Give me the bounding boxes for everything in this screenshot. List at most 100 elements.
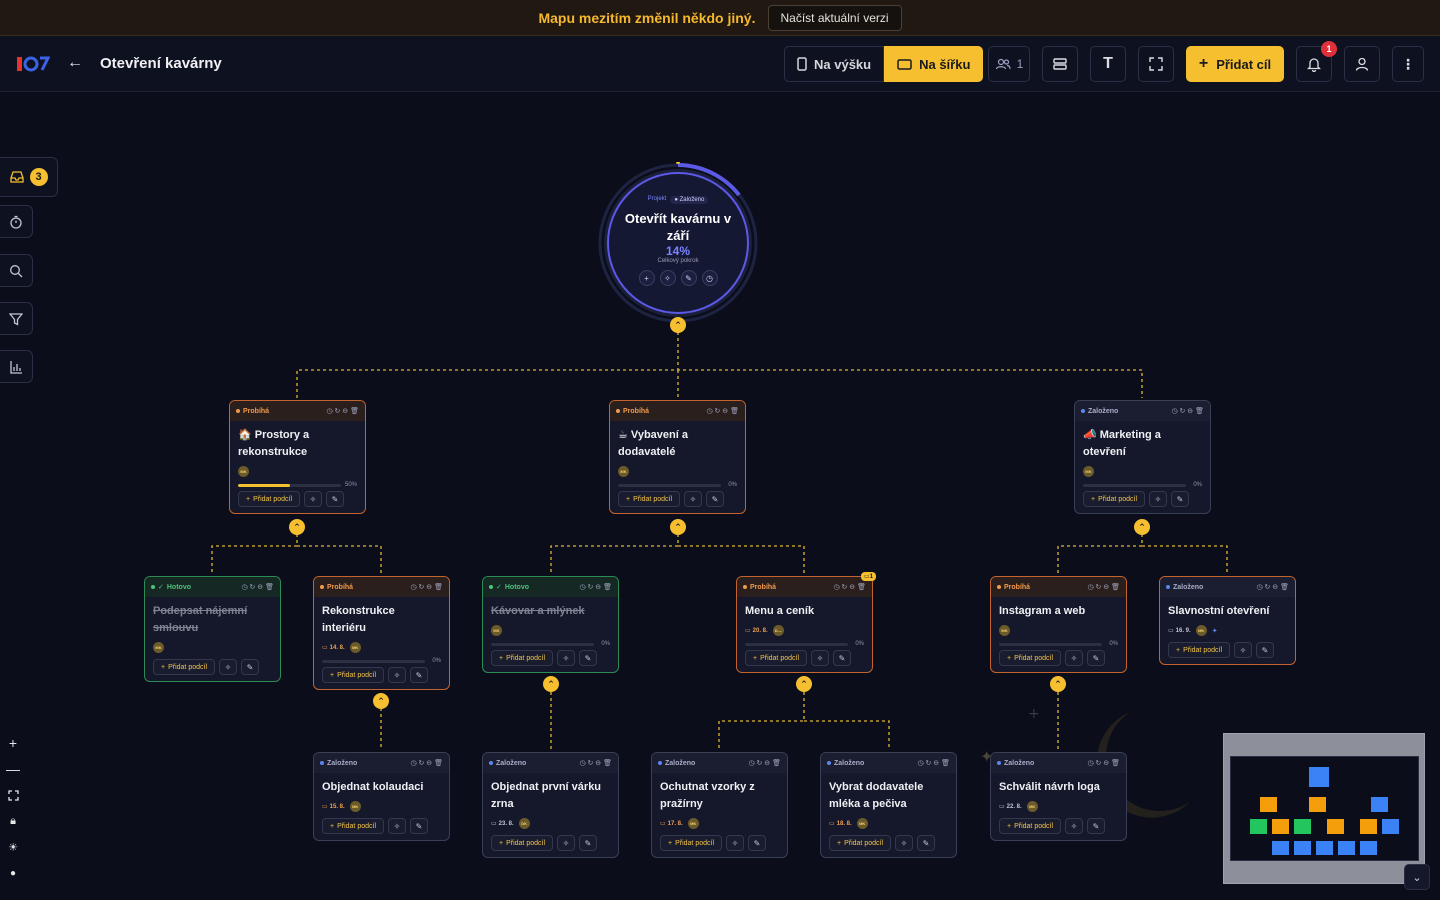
edit-icon[interactable]: ✎ xyxy=(410,818,429,834)
add-subgoal-button[interactable]: + Přidat podcíl xyxy=(999,650,1062,666)
ai-icon[interactable]: ✧ xyxy=(388,667,407,683)
inbox-button[interactable]: 3 xyxy=(0,157,58,197)
profile-button[interactable] xyxy=(1344,46,1380,82)
timer-button[interactable] xyxy=(0,205,33,238)
card-tools[interactable]: ◷ ↻ ⊖ 🗑 xyxy=(579,759,612,767)
comment-button[interactable]: ● xyxy=(0,860,26,886)
ai-icon[interactable]: ✧ xyxy=(811,650,830,666)
ai-icon[interactable]: ✧ xyxy=(684,491,703,507)
add-subgoal-button[interactable]: + Přidat podcíl xyxy=(999,818,1062,834)
comment-badge[interactable]: ▭1 xyxy=(860,572,876,581)
mind-map-canvas[interactable]: + ✦ Projekt ● Založeno Otevřít kavárnu v… xyxy=(0,92,1440,900)
edit-icon[interactable]: ✎ xyxy=(241,659,260,675)
ai-icon[interactable]: ✧ xyxy=(304,491,323,507)
collapse-toggle-instagram[interactable]: ⌃ xyxy=(1050,676,1066,692)
minimap[interactable] xyxy=(1223,733,1425,884)
minimap-viewport[interactable] xyxy=(1230,756,1419,861)
stats-button[interactable] xyxy=(0,350,33,383)
card-tools[interactable]: ◷ ↻ ⊖ 🗑 xyxy=(706,407,739,415)
collapse-toggle-vybaveni[interactable]: ⌃ xyxy=(670,519,686,535)
card-tools[interactable]: ◷ ↻ ⊖ 🗑 xyxy=(1087,759,1120,767)
root-edit-icon[interactable]: ✎ xyxy=(680,270,697,286)
edit-icon[interactable]: ✎ xyxy=(748,835,767,851)
goal-card-vzorky[interactable]: Založeno ◷ ↻ ⊖ 🗑 Ochutnat vzorky z pražír… xyxy=(651,752,788,858)
zoom-in-button[interactable]: + xyxy=(0,730,26,756)
goal-card-menu[interactable]: ▭1 Probíhá ◷ ↻ ⊖ 🗑 Menu a ceník ▭ 20. 8. D… xyxy=(736,572,876,673)
ai-icon[interactable]: ✧ xyxy=(1065,818,1084,834)
add-subgoal-button[interactable]: + Přidat podcíl xyxy=(153,659,216,675)
search-button[interactable] xyxy=(0,254,33,287)
goal-card-mleko[interactable]: Založeno ◷ ↻ ⊖ 🗑 Vybrat dodavatele mléka … xyxy=(820,752,957,858)
list-view-button[interactable] xyxy=(1042,46,1078,82)
add-goal-button[interactable]: + Přidat cíl xyxy=(1186,46,1284,82)
collapse-toggle-marketing[interactable]: ⌃ xyxy=(1134,519,1150,535)
edit-icon[interactable]: ✎ xyxy=(1087,818,1106,834)
ai-icon[interactable]: ✧ xyxy=(895,835,914,851)
edit-icon[interactable]: ✎ xyxy=(579,650,598,666)
root-timer-icon[interactable]: ◷ xyxy=(701,270,718,286)
layout-vertical-button[interactable]: Na výšku xyxy=(784,46,885,82)
ai-icon[interactable]: ✧ xyxy=(557,835,576,851)
add-subgoal-button[interactable]: + Přidat podcíl xyxy=(1083,491,1146,507)
edit-icon[interactable]: ✎ xyxy=(326,491,345,507)
card-tools[interactable]: ◷ ↻ ⊖ 🗑 xyxy=(410,583,443,591)
card-tools[interactable]: ◷ ↻ ⊖ 🗑 xyxy=(833,583,866,591)
ai-icon[interactable]: ✧ xyxy=(1149,491,1168,507)
zoom-out-button[interactable]: — xyxy=(0,756,26,782)
edit-icon[interactable]: ✎ xyxy=(1256,642,1275,658)
goal-card-kavovar[interactable]: ✓ Hotovo ◷ ↻ ⊖ 🗑 Kávovar a mlýnek MK 0% +… xyxy=(482,576,619,673)
add-subgoal-button[interactable]: + Přidat podcíl xyxy=(618,491,681,507)
edit-icon[interactable]: ✎ xyxy=(579,835,598,851)
ai-icon[interactable]: ✧ xyxy=(388,818,407,834)
goal-card-najem[interactable]: ✓ Hotovo ◷ ↻ ⊖ 🗑 Podepsat nájemní smlouvu… xyxy=(144,576,281,682)
card-tools[interactable]: ◷ ↻ ⊖ 🗑 xyxy=(748,759,781,767)
minimap-collapse-button[interactable]: ⌄ xyxy=(1404,864,1430,890)
app-logo[interactable] xyxy=(16,53,50,75)
goal-card-rekonstrukce[interactable]: Probíhá ◷ ↻ ⊖ 🗑 Rekonstrukce interiéru ▭ … xyxy=(313,576,450,690)
add-subgoal-button[interactable]: + Přidat podcíl xyxy=(491,650,554,666)
add-subgoal-button[interactable]: + Přidat podcíl xyxy=(238,491,301,507)
fit-view-button[interactable] xyxy=(0,782,26,808)
reload-version-button[interactable]: Načíst aktuální verzi xyxy=(767,4,902,31)
edit-icon[interactable]: ✎ xyxy=(917,835,936,851)
ai-icon[interactable]: ✧ xyxy=(219,659,238,675)
goal-card-instagram[interactable]: Probíhá ◷ ↻ ⊖ 🗑 Instagram a web MK 0% + P… xyxy=(990,576,1127,673)
add-subgoal-button[interactable]: + Přidat podcíl xyxy=(322,667,385,683)
card-tools[interactable]: ◷ ↻ ⊖ 🗑 xyxy=(917,759,950,767)
card-tools[interactable]: ◷ ↻ ⊖ 🗑 xyxy=(1087,583,1120,591)
collapse-toggle-prostory[interactable]: ⌃ xyxy=(289,519,305,535)
goal-card-kolaudace[interactable]: Založeno ◷ ↻ ⊖ 🗑 Objednat kolaudaci ▭ 15.… xyxy=(313,752,450,841)
goal-card-marketing[interactable]: Založeno ◷ ↻ ⊖ 🗑 📣 Marketing a otevření M… xyxy=(1074,400,1211,514)
card-tools[interactable]: ◷ ↻ ⊖ 🗑 xyxy=(1256,583,1289,591)
goal-card-prostory[interactable]: Probíhá ◷ ↻ ⊖ 🗑 🏠 Prostory a rekonstrukce… xyxy=(229,400,366,514)
edit-icon[interactable]: ✎ xyxy=(1087,650,1106,666)
more-menu-button[interactable]: ⋮ xyxy=(1392,46,1424,82)
add-subgoal-button[interactable]: + Přidat podcíl xyxy=(829,835,892,851)
add-subgoal-button[interactable]: + Přidat podcíl xyxy=(660,835,723,851)
theme-button[interactable]: ☀ xyxy=(0,834,26,860)
card-tools[interactable]: ◷ ↻ ⊖ 🗑 xyxy=(1171,407,1204,415)
add-subgoal-button[interactable]: + Přidat podcíl xyxy=(745,650,808,666)
edit-icon[interactable]: ✎ xyxy=(1171,491,1190,507)
collapse-toggle-rekonstrukce[interactable]: ⌃ xyxy=(373,693,389,709)
card-tools[interactable]: ◷ ↻ ⊖ 🗑 xyxy=(326,407,359,415)
add-subgoal-button[interactable]: + Přidat podcíl xyxy=(491,835,554,851)
notifications-button[interactable]: 1 xyxy=(1296,41,1337,82)
root-add-icon[interactable]: + xyxy=(638,270,655,286)
lock-button[interactable]: 🔒︎ xyxy=(0,808,26,834)
goal-card-slavnostni[interactable]: Založeno ◷ ↻ ⊖ 🗑 Slavnostní otevření ▭ 16… xyxy=(1159,576,1296,665)
layout-horizontal-button[interactable]: Na šířku xyxy=(884,46,984,82)
ai-icon[interactable]: ✧ xyxy=(1234,642,1253,658)
back-arrow-icon[interactable]: ← xyxy=(64,52,86,74)
card-tools[interactable]: ◷ ↻ ⊖ 🗑 xyxy=(410,759,443,767)
ai-icon[interactable]: ✧ xyxy=(557,650,576,666)
card-tools[interactable]: ◷ ↻ ⊖ 🗑 xyxy=(579,583,612,591)
edit-icon[interactable]: ✎ xyxy=(706,491,725,507)
edit-icon[interactable]: ✎ xyxy=(833,650,852,666)
goal-card-vybaveni[interactable]: Probíhá ◷ ↻ ⊖ 🗑 ☕ Vybavení a dodavatelé M… xyxy=(609,400,746,514)
goal-card-logo[interactable]: Založeno ◷ ↻ ⊖ 🗑 Schválit návrh loga ▭ 22… xyxy=(990,752,1127,841)
collaborators-button[interactable]: 1 xyxy=(988,46,1030,82)
edit-icon[interactable]: ✎ xyxy=(410,667,429,683)
add-subgoal-button[interactable]: + Přidat podcíl xyxy=(1168,642,1231,658)
collapse-toggle-menu[interactable]: ⌃ xyxy=(796,676,812,692)
